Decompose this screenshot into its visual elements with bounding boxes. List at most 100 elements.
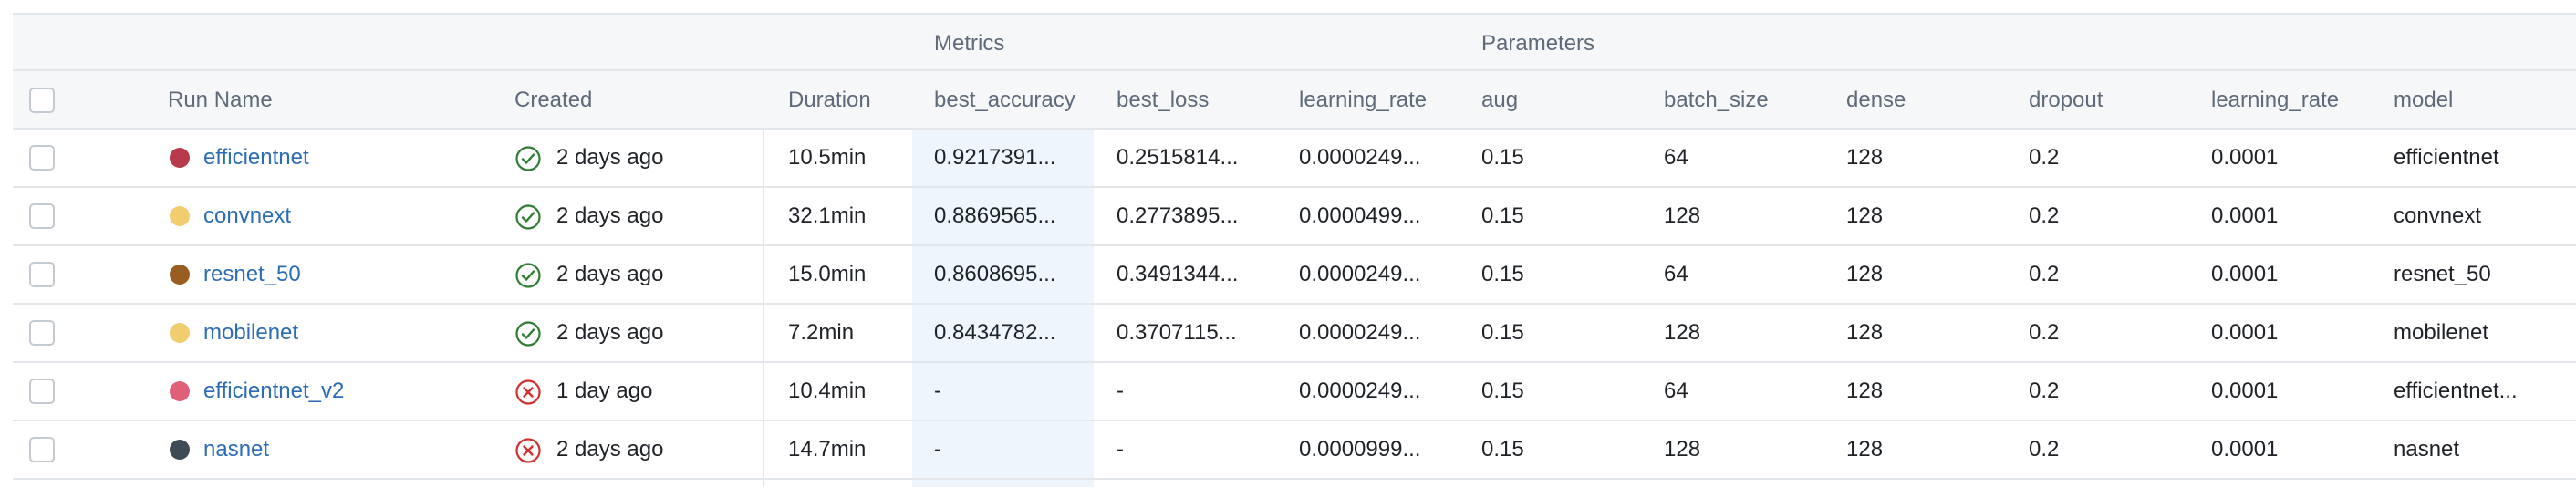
run-name-link[interactable]: efficientnet_v2 (203, 363, 344, 420)
param-learning-rate-cell: 0.0001 (2211, 379, 2279, 403)
run-name-link[interactable]: nasnet (203, 421, 269, 478)
table-row[interactable]: efficientnet 2 days ago 10.5min 0.921739… (13, 130, 2576, 188)
column-header-metric-learning-rate[interactable]: learning_rate (1299, 71, 1427, 130)
dropout-cell: 0.2 (2029, 379, 2060, 403)
x-circle-icon (515, 379, 541, 405)
best-accuracy-cell: - (934, 379, 941, 403)
group-label-parameters: Parameters (1481, 31, 1595, 56)
column-header-batch-size[interactable]: batch_size (1664, 71, 1769, 130)
table-row[interactable]: resnet_50 2 days ago 15.0min 0.8608695..… (13, 246, 2576, 305)
table-row[interactable]: efficientnet_v2 1 day ago 10.4min - - 0.… (13, 363, 2576, 421)
param-learning-rate-cell: 0.0001 (2211, 145, 2279, 170)
duration-cell: 32.1min (788, 203, 867, 228)
column-header-model[interactable]: model (2394, 71, 2453, 130)
column-header-best-accuracy[interactable]: best_accuracy (934, 71, 1075, 130)
table-row[interactable]: nasnet 2 days ago 14.7min - - 0.0000999.… (13, 421, 2576, 480)
column-header-dense[interactable]: dense (1846, 71, 1906, 130)
row-checkbox[interactable] (29, 320, 55, 346)
dropout-cell: 0.2 (2029, 437, 2060, 462)
dense-cell: 128 (1846, 320, 1884, 345)
dropout-cell: 0.2 (2029, 145, 2060, 170)
row-checkbox[interactable] (29, 437, 55, 462)
batch-size-cell: 64 (1664, 262, 1688, 286)
column-header-row: Run Name Created Duration best_accuracy … (13, 71, 2576, 130)
created-text: 2 days ago (556, 145, 664, 170)
check-circle-icon (515, 146, 541, 171)
best-loss-cell: 0.2773895... (1117, 203, 1239, 228)
dense-cell: 128 (1846, 203, 1884, 228)
duration-cell: 7.2min (788, 320, 855, 345)
aug-cell: 0.15 (1481, 320, 1524, 345)
run-name-link[interactable]: efficientnet (203, 130, 309, 186)
best-accuracy-cell: - (934, 437, 941, 462)
metric-learning-rate-cell: 0.0000249... (1299, 320, 1421, 345)
param-learning-rate-cell: 0.0001 (2211, 203, 2279, 228)
best-loss-cell: 0.2515814... (1117, 145, 1239, 170)
model-cell: resnet_50 (2394, 262, 2491, 286)
run-name-link[interactable]: mobilenet (203, 305, 298, 361)
batch-size-cell: 64 (1664, 145, 1688, 170)
dense-cell: 128 (1846, 379, 1884, 403)
best-accuracy-cell: 0.8608695... (934, 262, 1056, 286)
column-header-best-loss[interactable]: best_loss (1117, 71, 1209, 130)
column-header-aug[interactable]: aug (1481, 71, 1518, 130)
run-color-dot (170, 381, 190, 401)
best-loss-cell: - (1117, 379, 1124, 403)
check-circle-icon (515, 263, 541, 288)
metric-learning-rate-cell: 0.0000999... (1299, 437, 1421, 462)
aug-cell: 0.15 (1481, 379, 1524, 403)
created-text: 2 days ago (556, 437, 664, 462)
aug-cell: 0.15 (1481, 145, 1524, 170)
runs-table: Metrics Parameters Run Name Created Dura… (13, 13, 2576, 487)
best-loss-cell: 0.3491344... (1117, 262, 1239, 286)
metric-learning-rate-cell: 0.0000249... (1299, 262, 1421, 286)
row-checkbox[interactable] (29, 203, 55, 229)
table-row[interactable]: convnext 2 days ago 32.1min 0.8869565...… (13, 188, 2576, 246)
row-checkbox[interactable] (29, 262, 55, 287)
column-group-header-row: Metrics Parameters (13, 13, 2576, 71)
duration-cell: 10.5min (788, 145, 867, 170)
table-row[interactable]: mobilenet 2 days ago 7.2min 0.8434782...… (13, 305, 2576, 363)
created-text: 2 days ago (556, 320, 664, 345)
dense-cell: 128 (1846, 262, 1884, 286)
aug-cell: 0.15 (1481, 262, 1524, 286)
param-learning-rate-cell: 0.0001 (2211, 262, 2279, 286)
column-header-run-name[interactable]: Run Name (168, 71, 273, 130)
dense-cell: 128 (1846, 145, 1884, 170)
select-all-checkbox[interactable] (29, 88, 55, 113)
group-label-metrics: Metrics (934, 31, 1005, 56)
batch-size-cell: 64 (1664, 379, 1688, 403)
param-learning-rate-cell: 0.0001 (2211, 437, 2279, 462)
run-name-link[interactable]: resnet_50 (203, 246, 301, 303)
model-cell: efficientnet... (2394, 379, 2518, 403)
param-learning-rate-cell: 0.0001 (2211, 320, 2279, 345)
column-header-param-learning-rate[interactable]: learning_rate (2211, 71, 2339, 130)
metric-learning-rate-cell: 0.0000249... (1299, 145, 1421, 170)
model-cell: nasnet (2394, 437, 2460, 462)
model-cell: efficientnet (2394, 145, 2499, 170)
row-checkbox[interactable] (29, 379, 55, 404)
created-text: 1 day ago (556, 379, 653, 403)
column-header-created[interactable]: Created (514, 71, 592, 130)
batch-size-cell: 128 (1664, 203, 1701, 228)
run-name-link[interactable]: convnext (203, 188, 291, 244)
check-circle-icon (515, 321, 541, 347)
aug-cell: 0.15 (1481, 437, 1524, 462)
metric-learning-rate-cell: 0.0000249... (1299, 379, 1421, 403)
run-color-dot (170, 323, 190, 343)
check-circle-icon (515, 204, 541, 230)
run-color-dot (170, 148, 190, 168)
best-loss-cell: - (1117, 437, 1124, 462)
batch-size-cell: 128 (1664, 320, 1701, 345)
dropout-cell: 0.2 (2029, 203, 2060, 228)
column-header-dropout[interactable]: dropout (2029, 71, 2103, 130)
aug-cell: 0.15 (1481, 203, 1524, 228)
best-accuracy-cell: 0.9217391... (934, 145, 1056, 170)
duration-cell: 14.7min (788, 437, 867, 462)
best-accuracy-cell: 0.8869565... (934, 203, 1056, 228)
dropout-cell: 0.2 (2029, 262, 2060, 286)
row-checkbox[interactable] (29, 145, 55, 171)
dense-cell: 128 (1846, 437, 1884, 462)
column-header-duration[interactable]: Duration (788, 71, 871, 130)
x-circle-icon (515, 438, 541, 463)
